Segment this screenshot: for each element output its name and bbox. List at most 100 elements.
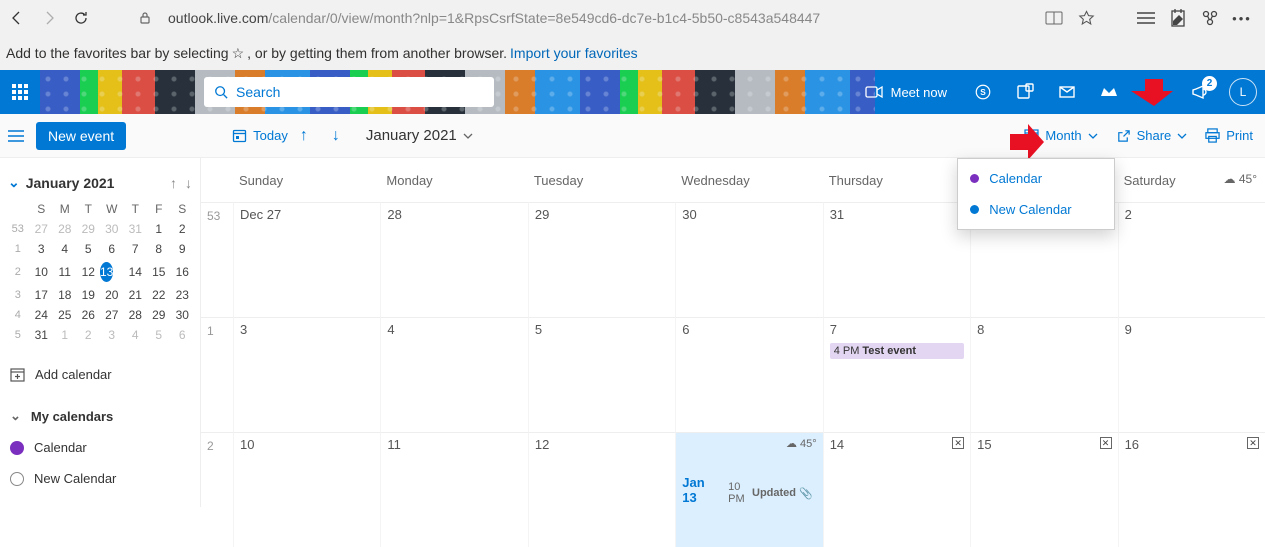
calendar-cell[interactable]: 14✕ (823, 432, 970, 547)
back-icon[interactable] (8, 10, 26, 26)
calendar-cell[interactable]: 30 (675, 202, 822, 317)
teams-icon[interactable] (1005, 70, 1045, 114)
calendar-cell[interactable]: 12 (528, 432, 675, 547)
mini-day[interactable]: 31 (30, 325, 54, 345)
mini-day[interactable]: 1 (53, 325, 77, 345)
menu-lines-icon[interactable] (1137, 11, 1155, 25)
mini-day[interactable]: 31 (124, 219, 148, 239)
calendar-cell[interactable]: 5 (528, 317, 675, 432)
meet-now-button[interactable]: Meet now (851, 85, 961, 100)
period-title[interactable]: January 2021 (366, 127, 473, 144)
calendar-cell[interactable]: 74 PM Test event (823, 317, 970, 432)
import-favorites-link[interactable]: Import your favorites (510, 45, 638, 61)
mini-day[interactable]: 18 (53, 285, 77, 305)
calendar-cell[interactable]: 10 (233, 432, 380, 547)
mini-day[interactable]: 20 (100, 285, 124, 305)
mini-day[interactable]: 25 (53, 305, 77, 325)
favorite-star-icon[interactable] (1077, 10, 1095, 27)
add-calendar-button[interactable]: Add calendar (6, 359, 194, 390)
mini-day[interactable]: 29 (147, 305, 171, 325)
mini-next-button[interactable]: ↓ (185, 175, 192, 191)
mini-day[interactable]: 24 (30, 305, 54, 325)
more-icon[interactable]: ••• (1233, 11, 1251, 26)
mini-day[interactable]: 2 (77, 325, 101, 345)
mini-day[interactable]: 21 (124, 285, 148, 305)
premium-icon[interactable] (1089, 70, 1129, 114)
mini-day[interactable]: 8 (147, 239, 171, 259)
mini-day[interactable]: 27 (30, 219, 54, 239)
mini-day[interactable]: 10 (30, 259, 54, 285)
weather-chip[interactable]: ☁ 45° (1224, 172, 1258, 186)
reading-icon[interactable] (1045, 10, 1063, 26)
share-menu-item-calendar[interactable]: Calendar (958, 163, 1114, 194)
mini-day[interactable]: 26 (77, 305, 101, 325)
megaphone-icon[interactable]: 2 (1179, 70, 1219, 114)
mini-day[interactable]: 27 (100, 305, 124, 325)
today-button[interactable]: Today (232, 128, 288, 143)
mini-day[interactable]: 5 (77, 239, 101, 259)
next-period-button[interactable]: ↓ (320, 127, 352, 145)
prev-period-button[interactable]: ↑ (288, 127, 320, 145)
skype-icon[interactable]: S (963, 70, 1003, 114)
my-calendars-section[interactable]: ⌄ My calendars (6, 400, 194, 432)
mini-day[interactable]: 29 (77, 219, 101, 239)
share-menu-item-new-calendar[interactable]: New Calendar (958, 194, 1114, 225)
calendar-cell[interactable]: 28 (380, 202, 527, 317)
mini-day[interactable]: 17 (30, 285, 54, 305)
calendar-cell[interactable]: 2 (1118, 202, 1265, 317)
search-input[interactable] (236, 84, 484, 100)
mini-day[interactable]: 23 (171, 285, 195, 305)
mini-prev-button[interactable]: ↑ (170, 175, 177, 191)
calendar-cell[interactable]: 8 (970, 317, 1117, 432)
calendar-cell[interactable]: 4 (380, 317, 527, 432)
calendar-cell[interactable]: 29 (528, 202, 675, 317)
calendar-cell[interactable]: 11 (380, 432, 527, 547)
mini-day[interactable]: 13 (100, 259, 103, 285)
print-button[interactable]: Print (1205, 128, 1253, 143)
mini-day[interactable]: 1 (147, 219, 171, 239)
outlook-icon[interactable] (1047, 70, 1087, 114)
app-launcher-icon[interactable] (0, 70, 40, 114)
search-box[interactable] (204, 77, 494, 107)
address-bar[interactable]: outlook.live.com/calendar/0/view/month?n… (168, 10, 820, 26)
mini-day[interactable]: 11 (53, 259, 77, 285)
mini-day[interactable]: 7 (124, 239, 148, 259)
share-browser-icon[interactable] (1201, 9, 1219, 27)
mini-day[interactable]: 22 (147, 285, 171, 305)
calendar-event[interactable]: 10 PM Updated 📎 (724, 479, 817, 507)
mini-day[interactable]: 28 (53, 219, 77, 239)
mini-day[interactable]: 14 (124, 259, 148, 285)
calendar-cell[interactable]: 15✕ (970, 432, 1117, 547)
mini-day[interactable]: 30 (171, 305, 195, 325)
calendar-toggle-calendar[interactable]: Calendar (6, 432, 194, 463)
calendar-cell[interactable]: 3 (233, 317, 380, 432)
calendar-cell[interactable]: 6 (675, 317, 822, 432)
mini-day[interactable]: 6 (100, 239, 124, 259)
calendar-cell[interactable]: Dec 27 (233, 202, 380, 317)
hamburger-icon[interactable] (0, 130, 36, 142)
mini-day[interactable]: 16 (171, 259, 195, 285)
mini-day[interactable]: 4 (124, 325, 148, 345)
mini-day[interactable]: 6 (171, 325, 195, 345)
mini-day[interactable]: 12 (77, 259, 101, 285)
notes-icon[interactable] (1169, 9, 1187, 27)
mini-day[interactable]: 9 (171, 239, 195, 259)
calendar-cell[interactable]: Jan 13☁ 45°10 PM Updated 📎 (675, 432, 822, 547)
mini-day[interactable]: 3 (30, 239, 54, 259)
calendar-toggle-new-calendar[interactable]: New Calendar (6, 463, 194, 494)
calendar-cell[interactable]: 16✕ (1118, 432, 1265, 547)
mini-day[interactable]: 2 (171, 219, 195, 239)
mini-day[interactable]: 5 (147, 325, 171, 345)
mini-calendar[interactable]: SMTWTFS 53272829303112134567892101112131… (6, 199, 194, 345)
calendar-cell[interactable]: 31 (823, 202, 970, 317)
share-button[interactable]: Share Calendar New Calendar (1116, 128, 1188, 143)
mini-day[interactable]: 19 (77, 285, 101, 305)
mini-day[interactable]: 3 (100, 325, 124, 345)
mini-cal-header[interactable]: ⌄ January 2021 ↑ ↓ (6, 170, 194, 195)
refresh-icon[interactable] (72, 10, 90, 26)
calendar-event[interactable]: 4 PM Test event (830, 343, 964, 359)
mini-day[interactable]: 15 (147, 259, 171, 285)
calendar-cell[interactable]: 9 (1118, 317, 1265, 432)
mini-day[interactable]: 28 (124, 305, 148, 325)
avatar[interactable]: L (1229, 78, 1257, 106)
